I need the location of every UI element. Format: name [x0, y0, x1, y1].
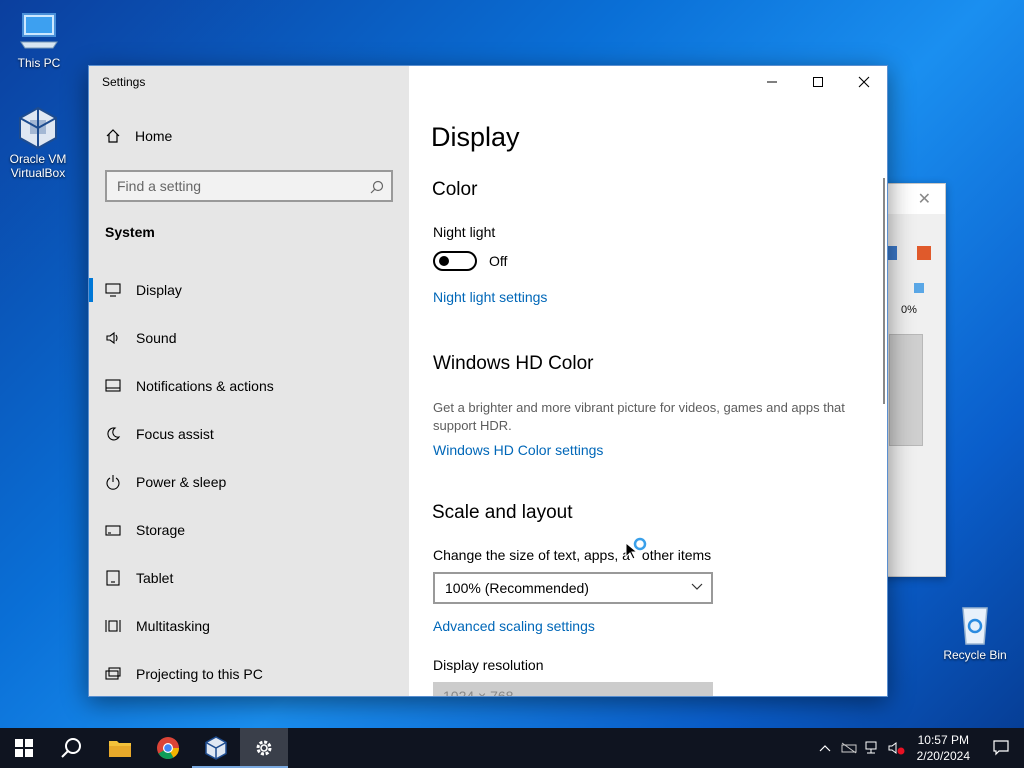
progress-percent: 0% [901, 304, 917, 316]
tray-volume-button[interactable] [885, 741, 909, 755]
tray-overflow-button[interactable] [813, 744, 837, 752]
tray-drive-button[interactable] [837, 742, 861, 754]
virtualbox-icon [205, 736, 227, 760]
night-light-settings-link[interactable]: Night light settings [433, 289, 547, 305]
projector-icon [105, 667, 121, 680]
sidebar-item-projecting[interactable]: Projecting to this PC [89, 650, 409, 696]
resolution-label: Display resolution [433, 657, 544, 673]
clock-time: 10:57 PM [917, 733, 969, 747]
search-icon [370, 180, 384, 194]
clock[interactable]: 10:57 PM 2/20/2024 [909, 732, 978, 764]
tray-network-button[interactable] [861, 741, 885, 755]
speaker-icon [106, 331, 118, 345]
sidebar-item-power-sleep[interactable]: Power & sleep [89, 458, 409, 506]
page-title: Display [431, 122, 520, 152]
color-heading: Color [432, 179, 478, 200]
virtualbox-taskbar-button[interactable] [192, 728, 240, 768]
scale-heading: Scale and layout [432, 502, 573, 523]
scale-dropdown[interactable]: 100% (Recommended) [433, 572, 713, 604]
network-icon [865, 741, 877, 754]
start-button[interactable] [0, 728, 48, 768]
night-light-toggle[interactable] [433, 251, 477, 271]
settings-taskbar-button[interactable] [240, 728, 288, 768]
sidebar-item-focus-assist[interactable]: Focus assist [89, 410, 409, 458]
desktop-icon-recycle-bin[interactable]: Recycle Bin [937, 602, 1013, 662]
night-light-state: Off [489, 253, 508, 269]
volume-muted-icon [888, 742, 905, 755]
sidebar-item-multitasking[interactable]: Multitasking [89, 602, 409, 650]
file-explorer-icon [109, 741, 131, 757]
system-tray: 10:57 PM 2/20/2024 [813, 728, 1024, 768]
section-heading: System [105, 224, 155, 240]
notification-icon [993, 740, 1009, 756]
window-title: Settings [102, 75, 146, 89]
taskbar-search-button[interactable] [48, 728, 96, 768]
scrollbar[interactable] [883, 178, 885, 404]
settings-icon [256, 740, 272, 756]
night-light-label: Night light [433, 224, 496, 240]
settings-window: Settings Home Find a setting System Disp… [88, 65, 888, 697]
sidebar: Settings Home Find a setting System Disp… [89, 66, 409, 696]
sidebar-item-notifications[interactable]: Notifications & actions [89, 362, 409, 410]
search-icon [61, 738, 81, 758]
hdr-settings-link[interactable]: Windows HD Color settings [433, 442, 603, 458]
sidebar-item-sound[interactable]: Sound [89, 314, 409, 362]
taskbar: 10:57 PM 2/20/2024 [0, 728, 1024, 768]
busy-cursor-icon [625, 537, 647, 560]
clock-date: 2/20/2024 [916, 749, 970, 763]
home-link[interactable]: Home [105, 128, 172, 144]
tablet-icon [106, 570, 120, 586]
toolbar-icons [887, 246, 931, 260]
hdr-heading: Windows HD Color [433, 353, 594, 374]
monitor-icon [105, 283, 121, 297]
chrome-icon [157, 737, 179, 759]
background-dialog: ✕ 0% [880, 183, 946, 577]
resolution-dropdown[interactable]: 1024 × 768 [433, 682, 713, 696]
preview-area [889, 334, 923, 446]
drive-icon [841, 742, 857, 754]
recycle-bin-icon [962, 607, 988, 645]
storage-icon [105, 525, 121, 536]
sidebar-nav: Display Sound Notifications & actions Fo… [89, 266, 409, 696]
file-explorer-button[interactable] [96, 728, 144, 768]
power-icon [106, 475, 120, 490]
scale-label: Change the size of text, apps, a other it… [433, 547, 712, 563]
sidebar-item-tablet[interactable]: Tablet [89, 554, 409, 602]
action-center-button[interactable] [978, 740, 1024, 756]
sidebar-item-storage[interactable]: Storage [89, 506, 409, 554]
moon-icon [107, 427, 121, 441]
multitasking-icon [105, 620, 121, 632]
search-input[interactable]: Find a setting [105, 170, 393, 202]
desktop-icon-this-pc[interactable]: This PC [1, 10, 77, 70]
advanced-scaling-link[interactable]: Advanced scaling settings [433, 618, 595, 634]
chevron-up-icon [819, 745, 831, 752]
chevron-down-icon [691, 583, 703, 590]
virtualbox-icon [19, 106, 57, 150]
home-icon [106, 129, 120, 143]
close-icon[interactable]: ✕ [918, 189, 931, 209]
hdr-description: Get a brighter and more vibrant picture … [433, 400, 845, 433]
sidebar-item-display[interactable]: Display [89, 266, 409, 314]
status-icon [914, 283, 924, 293]
search-placeholder: Find a setting [117, 178, 202, 194]
notification-icon [105, 379, 121, 392]
start-icon [15, 739, 33, 757]
chrome-button[interactable] [144, 728, 192, 768]
main-content: Display Color Night light Off Night ligh… [431, 66, 871, 696]
computer-icon [20, 13, 58, 49]
desktop-icon-virtualbox[interactable]: Oracle VM VirtualBox [0, 106, 76, 180]
